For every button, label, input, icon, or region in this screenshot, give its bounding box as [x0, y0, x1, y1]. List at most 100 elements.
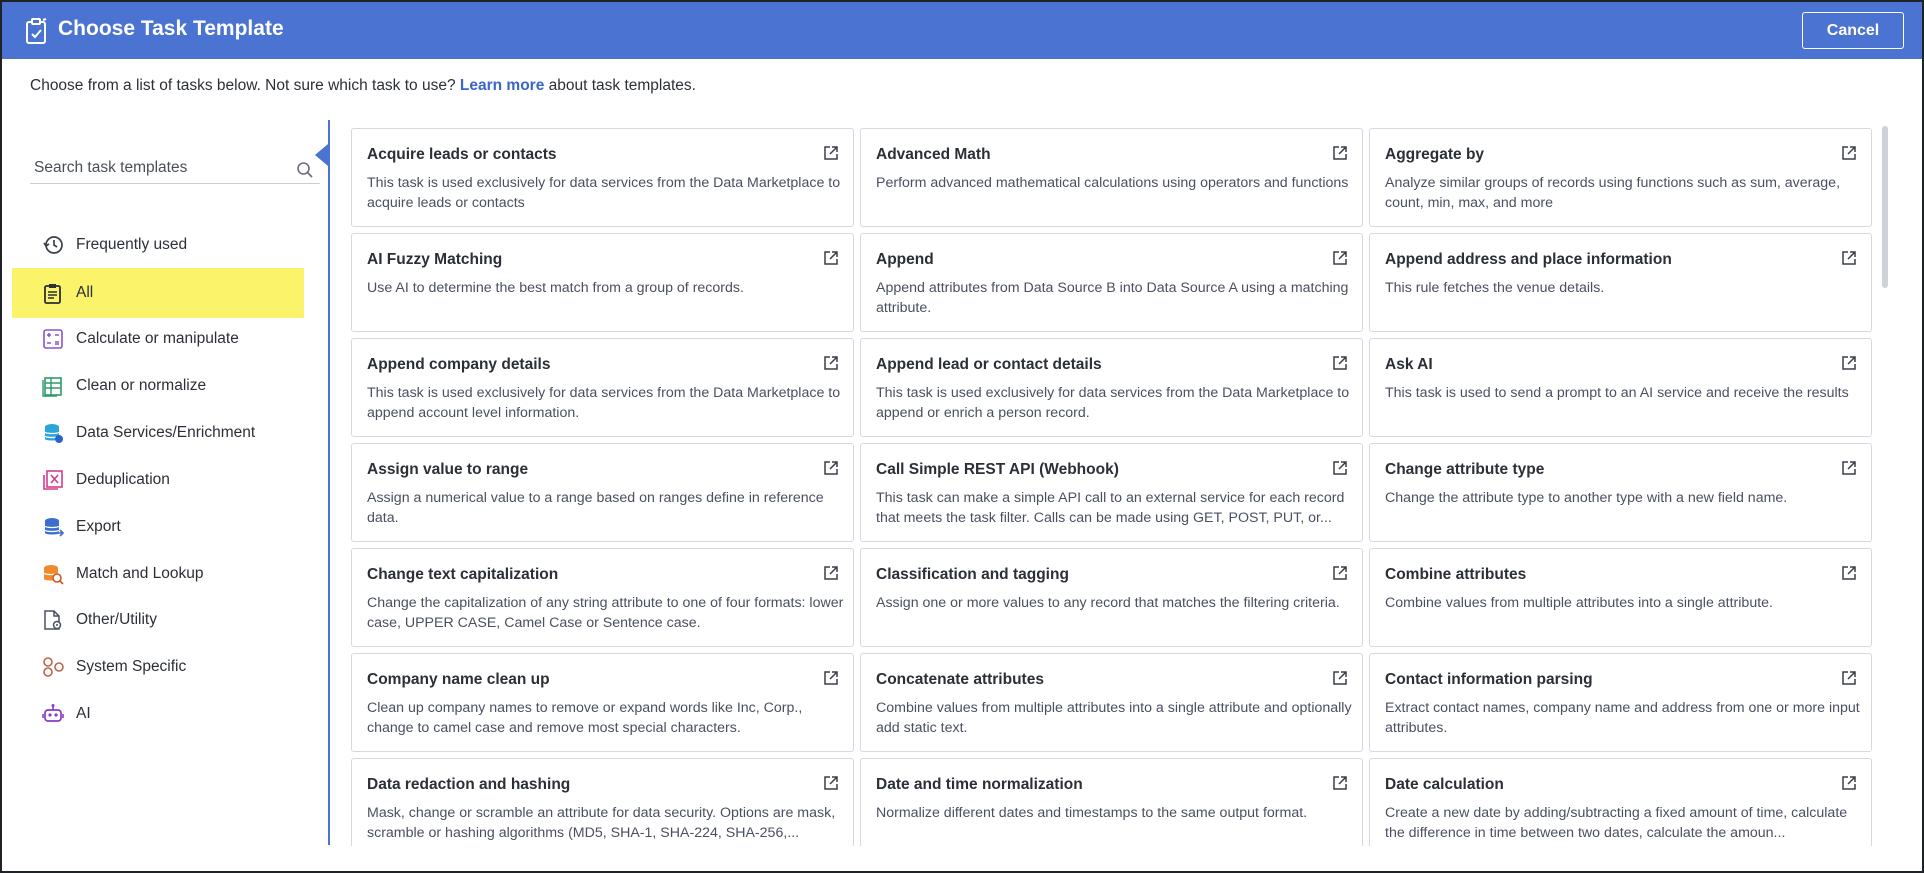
dialog-header: Choose Task Template Cancel: [2, 2, 1922, 59]
template-card[interactable]: Data redaction and hashing Mask, change o…: [351, 758, 854, 846]
template-card-description: Perform advanced mathematical calculatio…: [876, 175, 1349, 191]
template-card-description: This task is used exclusively for data s…: [876, 385, 1350, 421]
template-card[interactable]: Assign value to range Assign a numerical …: [351, 443, 854, 542]
template-card-title: Change attribute type: [1385, 461, 1545, 478]
template-card-title: Ask AI: [1385, 356, 1433, 373]
file-gear-icon: [42, 609, 64, 631]
external-link-icon[interactable]: [1841, 355, 1857, 371]
sidebar-item-label: Clean or normalize: [76, 377, 207, 394]
template-card[interactable]: Date and time normalization Normalize dif…: [860, 758, 1363, 846]
external-link-icon[interactable]: [1332, 355, 1348, 371]
external-link-icon[interactable]: [1841, 775, 1857, 791]
dialog-title: Choose Task Template: [58, 17, 284, 40]
template-card-title: Date and time normalization: [876, 776, 1083, 793]
template-card[interactable]: Append company details This task is used …: [351, 338, 854, 437]
external-link-icon[interactable]: [1332, 670, 1348, 686]
template-card[interactable]: Combine attributes Combine values from mu…: [1369, 548, 1872, 647]
learn-more-link[interactable]: Learn more: [460, 77, 544, 94]
sidebar-item-label: System Specific: [76, 658, 187, 675]
sidebar-divider: [328, 120, 330, 845]
template-card[interactable]: Aggregate by Analyze similar groups of re…: [1369, 128, 1872, 227]
dedupe-icon: [42, 469, 64, 491]
template-card-title: Change text capitalization: [367, 566, 559, 583]
template-card-description: Use AI to determine the best match from …: [367, 280, 744, 296]
external-link-icon[interactable]: [823, 250, 839, 266]
template-card-title: AI Fuzzy Matching: [367, 251, 503, 268]
external-link-icon[interactable]: [823, 145, 839, 161]
sidebar-item-clean-or-normalize[interactable]: Clean or normalize: [12, 361, 304, 411]
sidebar-item-ai[interactable]: AI: [12, 689, 304, 739]
template-card-description: Change the capitalization of any string …: [367, 595, 844, 631]
sidebar-item-export[interactable]: Export: [12, 502, 304, 552]
template-card-description: Assign one or more values to any record …: [876, 595, 1340, 611]
sidebar-item-match-and-lookup[interactable]: Match and Lookup: [12, 549, 304, 599]
sidebar-item-system-specific[interactable]: System Specific: [12, 642, 304, 692]
template-card-description: Extract contact names, company name and …: [1385, 700, 1860, 736]
external-link-icon[interactable]: [1332, 565, 1348, 581]
clipboard-icon: [42, 282, 64, 304]
sidebar-item-other-utility[interactable]: Other/Utility: [12, 595, 304, 645]
template-card-description: This task can make a simple API call to …: [876, 490, 1345, 526]
intro-text: Choose from a list of tasks below. Not s…: [30, 77, 696, 94]
sidebar-item-label: Calculate or manipulate: [76, 330, 239, 347]
external-link-icon[interactable]: [1841, 250, 1857, 266]
external-link-icon[interactable]: [1332, 145, 1348, 161]
template-card[interactable]: Change text capitalization Change the cap…: [351, 548, 854, 647]
external-link-icon[interactable]: [823, 775, 839, 791]
robot-icon: [42, 703, 64, 725]
external-link-icon[interactable]: [1841, 145, 1857, 161]
external-link-icon[interactable]: [823, 460, 839, 476]
template-card[interactable]: Date calculation Create a new date by add…: [1369, 758, 1872, 846]
template-card-description: Change the attribute type to another typ…: [1385, 490, 1788, 506]
template-card-description: This task is used exclusively for data s…: [367, 175, 841, 211]
external-link-icon[interactable]: [823, 355, 839, 371]
template-card-title: Contact information parsing: [1385, 671, 1593, 688]
template-card-description: Analyze similar groups of records using …: [1385, 175, 1841, 211]
cancel-button[interactable]: Cancel: [1802, 12, 1904, 49]
template-card[interactable]: Company name clean up Clean up company na…: [351, 653, 854, 752]
calculator-icon: [42, 328, 64, 350]
external-link-icon[interactable]: [1841, 460, 1857, 476]
template-card[interactable]: Change attribute type Change the attribut…: [1369, 443, 1872, 542]
template-card[interactable]: Acquire leads or contacts This task is us…: [351, 128, 854, 227]
external-link-icon[interactable]: [823, 565, 839, 581]
export-icon: [42, 516, 65, 538]
template-card[interactable]: Append Append attributes from Data Source…: [860, 233, 1363, 332]
external-link-icon[interactable]: [1841, 565, 1857, 581]
external-link-icon[interactable]: [1332, 460, 1348, 476]
template-card-title: Aggregate by: [1385, 146, 1485, 163]
template-card[interactable]: Append lead or contact details This task …: [860, 338, 1363, 437]
template-card[interactable]: AI Fuzzy Matching Use AI to determine the…: [351, 233, 854, 332]
sidebar-item-calculate-or-manipulate[interactable]: Calculate or manipulate: [12, 314, 304, 364]
sidebar-item-data-services-enrichment[interactable]: Data Services/Enrichment: [12, 408, 304, 458]
search-input[interactable]: [34, 156, 284, 180]
sidebar-item-label: All: [76, 284, 94, 301]
template-card-title: Classification and tagging: [876, 566, 1069, 583]
sidebar-item-frequently-used[interactable]: Frequently used: [12, 220, 304, 270]
template-card[interactable]: Call Simple REST API (Webhook) This task …: [860, 443, 1363, 542]
template-card[interactable]: Classification and tagging Assign one or …: [860, 548, 1363, 647]
template-card[interactable]: Ask AI This task is used to send a prompt…: [1369, 338, 1872, 437]
external-link-icon[interactable]: [1332, 775, 1348, 791]
sidebar-item-all[interactable]: All: [12, 268, 304, 318]
sidebar-item-label: Data Services/Enrichment: [76, 424, 256, 441]
external-link-icon[interactable]: [823, 670, 839, 686]
sidebar-item-label: Frequently used: [76, 236, 188, 253]
sidebar-item-label: AI: [76, 705, 91, 722]
external-link-icon[interactable]: [1841, 670, 1857, 686]
sidebar-item-label: Other/Utility: [76, 611, 157, 628]
template-card[interactable]: Append address and place information This…: [1369, 233, 1872, 332]
scrollbar[interactable]: [1882, 126, 1888, 288]
template-card[interactable]: Contact information parsing Extract conta…: [1369, 653, 1872, 752]
template-card[interactable]: Concatenate attributes Combine values fro…: [860, 653, 1363, 752]
template-card-title: Append company details: [367, 356, 551, 373]
task-template-dialog: Choose Task Template Cancel Choose from …: [0, 0, 1924, 873]
search-icon[interactable]: [296, 161, 314, 179]
template-card[interactable]: Advanced Math Perform advanced mathematic…: [860, 128, 1363, 227]
sidebar-item-deduplication[interactable]: Deduplication: [12, 455, 304, 505]
template-card-description: Assign a numerical value to a range base…: [367, 490, 824, 526]
category-sidebar: Frequently used All Calculate or manipulat…: [2, 120, 328, 850]
template-card-description: Clean up company names to remove or expa…: [367, 700, 803, 736]
active-category-pointer: [315, 144, 328, 166]
external-link-icon[interactable]: [1332, 250, 1348, 266]
